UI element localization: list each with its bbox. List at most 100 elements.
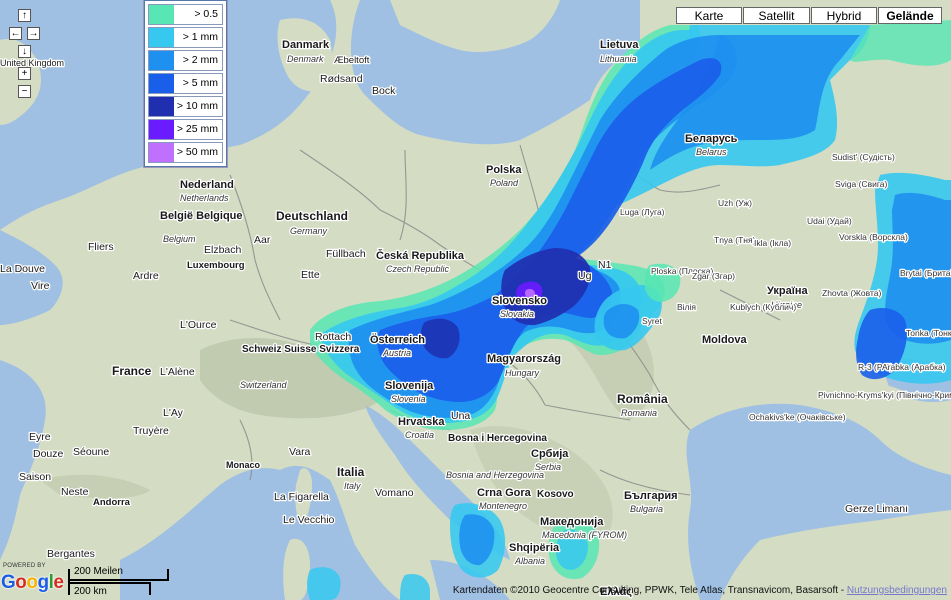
island-sardinia	[283, 538, 310, 600]
label-le-vecchio: Le Vecchio	[283, 514, 335, 526]
legend-row: > 25 mm	[148, 119, 223, 140]
label-ochakivske: Ochakivs'ke (Очаківське)	[749, 412, 846, 422]
label-sudist: Sudist' (Судість)	[832, 152, 895, 162]
label-ardre: Ardre	[133, 270, 159, 282]
label-slovensko: Slovensko	[492, 295, 547, 307]
legend-swatch	[149, 51, 174, 70]
scale-miles-bar	[68, 579, 169, 581]
google-logo-letter: G	[1, 572, 16, 593]
label-tnya: Tnya (Тня)	[714, 235, 756, 245]
label-shqiperia: Shqipëria	[509, 542, 560, 554]
label-osterreich: Österreich	[370, 333, 425, 346]
map-type-karte-button[interactable]: Karte	[676, 7, 742, 24]
label-arabka: Arabka (Арабка)	[882, 362, 946, 372]
label-uzh: Uzh (Уж)	[718, 198, 752, 208]
legend-row: > 5 mm	[148, 73, 223, 94]
label-rottach: Rottach	[315, 331, 351, 343]
pan-up-button[interactable]: ↑	[18, 9, 31, 22]
label-lithuania: Lithuania	[600, 54, 637, 64]
label-saison: Saison	[19, 471, 51, 483]
label-slovenija: Slovenija	[385, 380, 434, 392]
label-brytai: Brytai (Бритай)	[900, 268, 951, 278]
legend-label: > 5 mm	[174, 74, 222, 93]
attribution-text: Kartendaten ©2010 Geocentre Consulting, …	[452, 585, 847, 596]
label-ikla: Ikla (Ікла)	[754, 238, 791, 248]
legend-row: > 10 mm	[148, 96, 223, 117]
label-monaco: Monaco	[226, 460, 261, 470]
map-type-gelaende-button[interactable]: Gelände	[878, 7, 942, 24]
label-zgar: Zgar (Згар)	[692, 271, 735, 281]
label-gerze: Gerze Limanı	[845, 503, 908, 515]
label-la-douve: La Douve	[0, 263, 45, 275]
map-navigation: ↑ ← → ↓ + −	[6, 6, 46, 106]
label-lalene: L'Alène	[160, 366, 195, 378]
label-germany: Germany	[290, 226, 328, 236]
legend-swatch	[149, 28, 174, 47]
label-schweiz: Schweiz Suisse Svizzera	[242, 344, 360, 355]
label-aebeltoft: Æbeltoft	[334, 55, 370, 66]
label-polska: Polska	[486, 164, 522, 176]
legend-row: > 2 mm	[148, 50, 223, 71]
label-douze: Douze	[33, 448, 64, 460]
pan-left-button[interactable]: ←	[9, 27, 22, 40]
google-logo-letter: o	[26, 572, 38, 593]
google-logo[interactable]: Google	[1, 572, 64, 594]
legend-label: > 1 mm	[174, 28, 222, 47]
label-neste: Neste	[61, 486, 89, 498]
map-type-satellit-button[interactable]: Satellit	[743, 7, 810, 24]
label-sviga: Sviga (Свига)	[835, 179, 887, 189]
google-logo-letter: o	[15, 572, 27, 593]
label-luxembourg: Luxembourg	[187, 260, 245, 271]
label-france: France	[112, 364, 152, 378]
label-deutschland: Deutschland	[276, 209, 348, 223]
label-czech: Czech Republic	[386, 264, 450, 274]
map-type-switcher: Karte Satellit Hybrid Gelände	[676, 7, 943, 24]
label-zhovta: Zhovta (Жовта)	[822, 288, 882, 298]
legend-swatch	[149, 5, 174, 24]
label-belarus-local: Беларусь	[685, 133, 738, 145]
label-ukraina: Україна	[767, 285, 809, 297]
label-lietuva: Lietuva	[600, 39, 639, 51]
label-truyere: Truyère	[133, 425, 169, 437]
label-vomano: Vomano	[375, 487, 414, 499]
map-type-hybrid-button[interactable]: Hybrid	[811, 7, 877, 24]
terrain-map[interactable]: Danmark Denmark Lietuva Lithuania Белару…	[0, 0, 951, 600]
label-nederland: Nederland	[180, 179, 234, 191]
scale-km-tick	[149, 582, 151, 595]
label-serbia: Serbia	[535, 462, 561, 472]
label-romania: România	[617, 392, 668, 406]
label-eyre: Eyre	[29, 431, 51, 443]
label-italia: Italia	[337, 465, 365, 479]
legend-label: > 10 mm	[174, 97, 222, 116]
label-slovenia: Slovenia	[391, 394, 426, 404]
label-belgium: Belgium	[163, 234, 196, 244]
legend-row: > 0.5 mm	[148, 4, 223, 39]
map-scale: 200 Meilen 200 km	[68, 566, 180, 598]
label-n1: N1	[598, 259, 612, 271]
legend-swatch	[149, 143, 174, 162]
legend-row: > 50 mm	[148, 142, 223, 163]
terms-of-use-link[interactable]: Nutzungsbedingungen	[847, 585, 947, 596]
label-una: Una	[451, 410, 470, 422]
label-macedonia: Macedonia (FYROM)	[542, 530, 627, 540]
label-pivnichno: Pivnichno-Kryms'kyi (Північно-Кримський)	[818, 390, 951, 400]
label-belarus: Belarus	[696, 147, 727, 157]
label-magyarorszag: Magyarország	[487, 353, 561, 365]
zoom-out-button[interactable]: −	[18, 85, 31, 98]
label-romania-sub: Romania	[621, 408, 657, 418]
label-bergantes: Bergantes	[47, 548, 95, 560]
label-moldova: Moldova	[702, 334, 747, 346]
label-luga: Luga (Луга)	[620, 207, 665, 217]
pan-right-button[interactable]: →	[27, 27, 40, 40]
label-lource: L'Ource	[180, 319, 217, 331]
label-makedonija: Македонија	[540, 516, 604, 528]
label-bosnia: Bosnia and Herzegovina	[446, 470, 544, 480]
zoom-in-button[interactable]: +	[18, 67, 31, 80]
label-austria: Austria	[382, 348, 411, 358]
label-albania: Albania	[514, 556, 545, 566]
pan-down-button[interactable]: ↓	[18, 45, 31, 58]
label-montenegro: Montenegro	[479, 501, 527, 511]
label-hrvatska: Hrvatska	[398, 416, 445, 428]
label-slovakia: Slovakia	[500, 309, 534, 319]
legend-swatch	[149, 74, 174, 93]
